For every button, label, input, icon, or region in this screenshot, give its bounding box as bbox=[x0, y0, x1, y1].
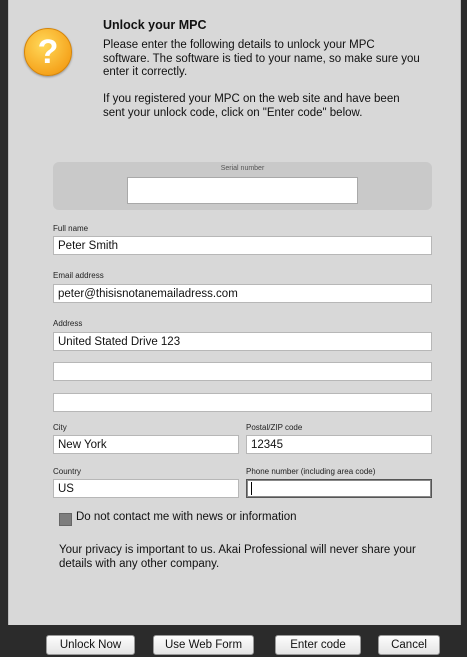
text-caret bbox=[251, 482, 252, 496]
postal-code-field[interactable]: 12345 bbox=[246, 435, 432, 454]
privacy-notice: Your privacy is important to us. Akai Pr… bbox=[59, 544, 416, 570]
enter-code-button[interactable]: Enter code bbox=[275, 635, 361, 655]
contact-opt-out-label[interactable]: Do not contact me with news or informati… bbox=[76, 511, 297, 523]
address-line1-field[interactable]: United Stated Drive 123 bbox=[53, 332, 432, 351]
use-web-form-button[interactable]: Use Web Form bbox=[153, 635, 254, 655]
country-label: Country bbox=[53, 467, 82, 476]
cancel-button[interactable]: Cancel bbox=[378, 635, 440, 655]
dialog-title: Unlock your MPC bbox=[103, 18, 207, 32]
email-field[interactable]: peter@thisisnotanemailadress.com bbox=[53, 284, 432, 303]
email-label: Email address bbox=[53, 271, 104, 280]
city-label: City bbox=[53, 423, 67, 432]
phone-field[interactable] bbox=[246, 479, 432, 498]
serial-number-label: Serial number bbox=[220, 165, 265, 172]
address-line2-field[interactable] bbox=[53, 362, 432, 381]
city-field[interactable]: New York bbox=[53, 435, 239, 454]
question-mark-icon: ? bbox=[24, 28, 72, 76]
intro-text: Please enter the following details to un… bbox=[103, 39, 420, 78]
unlock-now-button[interactable]: Unlock Now bbox=[46, 635, 135, 655]
full-name-label: Full name bbox=[53, 224, 89, 233]
serial-number-input[interactable] bbox=[127, 177, 358, 204]
contact-opt-out-checkbox[interactable] bbox=[59, 513, 72, 526]
serial-number-box: Serial number bbox=[53, 162, 432, 210]
address-label: Address bbox=[53, 319, 83, 328]
address-line3-field[interactable] bbox=[53, 393, 432, 412]
phone-label: Phone number (including area code) bbox=[246, 467, 376, 476]
full-name-field[interactable]: Peter Smith bbox=[53, 236, 432, 255]
postal-code-label: Postal/ZIP code bbox=[246, 423, 303, 432]
web-note-text: If you registered your MPC on the web si… bbox=[103, 93, 400, 119]
country-field[interactable]: US bbox=[53, 479, 239, 498]
